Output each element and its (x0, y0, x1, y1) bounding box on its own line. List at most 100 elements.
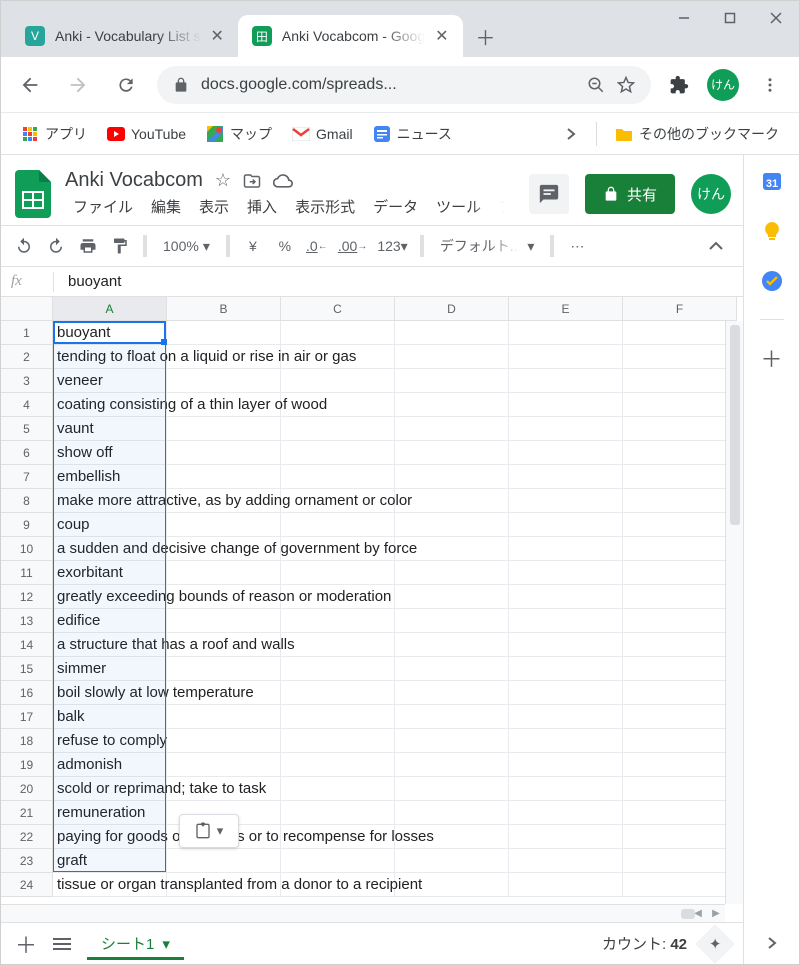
zoom-icon[interactable] (587, 76, 605, 94)
close-icon[interactable]: ✕ (211, 26, 224, 46)
profile-avatar[interactable]: けん (707, 69, 739, 101)
cell[interactable] (395, 513, 509, 537)
cell[interactable] (281, 753, 395, 777)
zoom-select[interactable]: 100%▾ (157, 238, 216, 255)
row-header[interactable]: 4 (1, 393, 53, 417)
cell[interactable] (623, 801, 737, 825)
cell[interactable] (281, 561, 395, 585)
row-header[interactable]: 12 (1, 585, 53, 609)
cell[interactable] (509, 345, 623, 369)
row-header[interactable]: 14 (1, 633, 53, 657)
cell[interactable] (509, 705, 623, 729)
cell[interactable] (509, 657, 623, 681)
row-header[interactable]: 21 (1, 801, 53, 825)
maximize-button[interactable] (707, 1, 753, 35)
cell[interactable] (395, 801, 509, 825)
keep-icon[interactable] (760, 219, 784, 243)
cell[interactable] (167, 321, 281, 345)
cell[interactable] (395, 393, 509, 417)
horizontal-scrollbar[interactable]: ◀ ▶ (1, 904, 725, 922)
cell[interactable]: coating consisting of a thin layer of wo… (53, 393, 167, 417)
cell[interactable] (281, 657, 395, 681)
cell[interactable] (281, 369, 395, 393)
cell[interactable] (509, 561, 623, 585)
minimize-button[interactable] (661, 1, 707, 35)
new-tab-button[interactable]: ＋ (469, 19, 503, 53)
column-header[interactable]: C (281, 297, 395, 321)
sheet-tab[interactable]: シート1▾ (87, 928, 184, 960)
cell[interactable]: balk (53, 705, 167, 729)
cell[interactable]: refuse to comply (53, 729, 167, 753)
cell[interactable] (623, 609, 737, 633)
cell[interactable] (509, 825, 623, 849)
apps-bookmark[interactable]: アプリ (13, 120, 95, 148)
star-icon[interactable] (617, 76, 635, 94)
all-sheets-button[interactable] (51, 933, 73, 955)
row-header[interactable]: 16 (1, 681, 53, 705)
menu-edit[interactable]: 編集 (143, 194, 189, 219)
row-header[interactable]: 7 (1, 465, 53, 489)
menu-insert[interactable]: 挿入 (239, 194, 285, 219)
gmail-bookmark[interactable]: Gmail (284, 121, 361, 147)
cell[interactable] (509, 417, 623, 441)
menu-tools[interactable]: ツール (428, 194, 489, 219)
increase-decimal-button[interactable]: .00→ (336, 232, 369, 260)
cell[interactable] (623, 393, 737, 417)
cell[interactable]: a structure that has a roof and walls (53, 633, 167, 657)
other-bookmarks[interactable]: その他のブックマーク (607, 120, 787, 148)
row-header[interactable]: 20 (1, 777, 53, 801)
close-icon[interactable]: ✕ (435, 26, 448, 46)
menu-addons[interactable]: アド (491, 194, 505, 219)
cell[interactable] (509, 633, 623, 657)
formula-input[interactable]: buoyant (68, 273, 121, 290)
cell[interactable] (509, 777, 623, 801)
cell[interactable]: graft (53, 849, 167, 873)
cell[interactable] (395, 609, 509, 633)
add-sheet-button[interactable]: ＋ (15, 933, 37, 955)
cell[interactable] (167, 729, 281, 753)
paint-format-button[interactable] (107, 232, 133, 260)
cell[interactable] (395, 441, 509, 465)
cell[interactable] (167, 705, 281, 729)
cell[interactable] (281, 849, 395, 873)
cell[interactable] (623, 849, 737, 873)
youtube-bookmark[interactable]: YouTube (99, 121, 194, 147)
cell[interactable]: coup (53, 513, 167, 537)
cell[interactable] (395, 753, 509, 777)
percent-button[interactable]: % (272, 232, 298, 260)
cell[interactable] (623, 441, 737, 465)
row-header[interactable]: 6 (1, 441, 53, 465)
cell[interactable] (395, 705, 509, 729)
cell[interactable] (509, 753, 623, 777)
cell[interactable]: buoyant (53, 321, 167, 345)
menu-format[interactable]: 表示形式 (287, 194, 363, 219)
cell[interactable]: admonish (53, 753, 167, 777)
cell[interactable] (623, 729, 737, 753)
address-bar[interactable]: docs.google.com/spreads... (157, 66, 651, 104)
cell[interactable] (395, 465, 509, 489)
cell[interactable] (509, 393, 623, 417)
row-header[interactable]: 18 (1, 729, 53, 753)
cell[interactable] (281, 801, 395, 825)
row-header[interactable]: 23 (1, 849, 53, 873)
column-header[interactable]: A (53, 297, 167, 321)
cell[interactable] (167, 441, 281, 465)
cell[interactable] (623, 537, 737, 561)
column-header[interactable]: E (509, 297, 623, 321)
row-header[interactable]: 19 (1, 753, 53, 777)
sheets-logo[interactable] (13, 168, 53, 220)
reload-button[interactable] (109, 68, 143, 102)
menu-button[interactable] (753, 68, 787, 102)
cell[interactable] (395, 777, 509, 801)
cell[interactable]: vaunt (53, 417, 167, 441)
cell[interactable]: simmer (53, 657, 167, 681)
paste-options-popup[interactable]: ▾ (179, 814, 239, 848)
cell[interactable] (281, 465, 395, 489)
cell[interactable] (623, 825, 737, 849)
row-header[interactable]: 17 (1, 705, 53, 729)
cell[interactable] (623, 873, 737, 897)
star-icon[interactable]: ☆ (215, 170, 231, 191)
cell[interactable] (623, 369, 737, 393)
cell[interactable] (623, 345, 737, 369)
cell[interactable]: paying for goods or services or to recom… (53, 825, 167, 849)
